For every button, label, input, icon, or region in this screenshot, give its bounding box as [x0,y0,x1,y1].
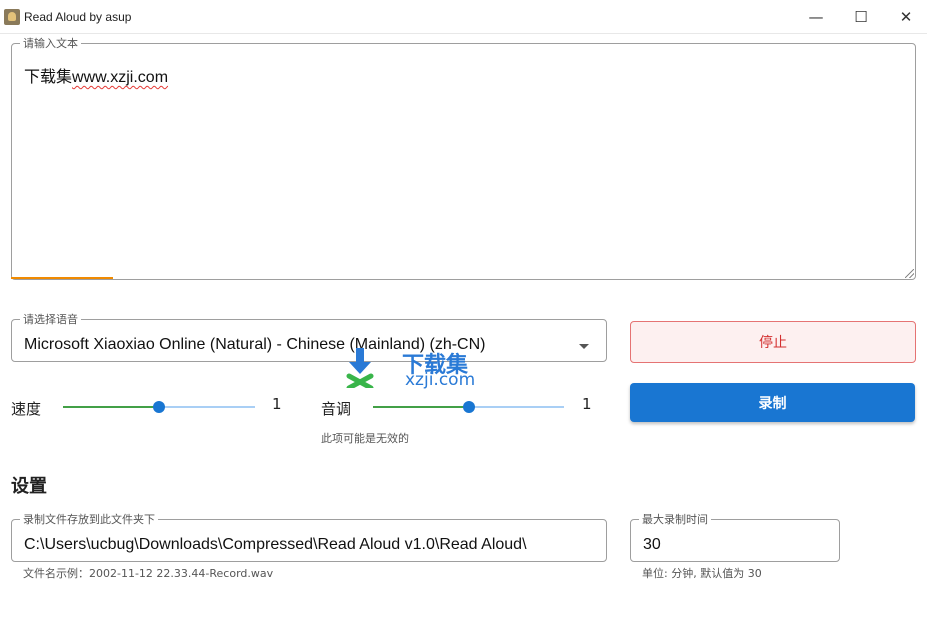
text-input-label: 请输入文本 [23,37,78,50]
app-icon [4,9,20,25]
text-input-content[interactable]: 下载集www.xzji.com [24,63,168,87]
max-time-value: 30 [643,536,661,553]
minimize-button[interactable]: — [793,0,839,33]
maximize-button[interactable]: ☐ [838,0,884,33]
pitch-slider-thumb[interactable] [462,401,475,413]
record-button[interactable]: 录制 [630,383,915,422]
max-time-field[interactable]: 最大录制时间 30 [630,514,840,562]
pitch-slider-fill [373,406,469,408]
close-button[interactable]: ✕ [883,0,927,33]
focus-indicator [11,277,113,279]
output-folder-label: 录制文件存放到此文件夹下 [23,513,155,526]
output-folder-value: C:\Users\ucbug\Downloads\Compressed\Read… [24,536,527,553]
text-input-area[interactable]: 请输入文本 下载集www.xzji.com [11,38,916,280]
output-folder-field[interactable]: 录制文件存放到此文件夹下 C:\Users\ucbug\Downloads\Co… [11,514,607,562]
pitch-hint: 此项可能是无效的 [321,432,409,445]
max-time-label: 最大录制时间 [642,513,708,526]
chevron-down-icon[interactable] [579,344,589,349]
stop-button[interactable]: 停止 [630,321,916,363]
text-input-prefix: 下载集 [24,69,73,86]
watermark: 下载集 xzji.com [345,346,485,392]
speed-value: 1 [272,395,282,413]
resize-grip[interactable] [905,269,914,278]
pitch-value: 1 [582,395,592,413]
settings-heading: 设置 [11,476,47,497]
filename-example-hint: 文件名示例：2002-11-12 22.33.44-Record.wav [23,567,274,580]
window-title: Read Aloud by asup [24,10,132,24]
pitch-slider[interactable] [373,401,564,413]
pitch-label: 音调 [321,400,352,418]
title-bar: Read Aloud by asup — ☐ ✕ [0,0,927,34]
voice-select[interactable]: 请选择语音 Microsoft Xiaoxiao Online (Natural… [11,314,607,362]
voice-select-label: 请选择语音 [23,313,78,326]
speed-slider[interactable] [63,401,255,413]
max-time-hint: 单位: 分钟, 默认值为 30 [642,567,762,580]
text-input-misspelled: www.xzji.com [72,69,169,86]
speed-slider-thumb[interactable] [153,401,165,413]
speed-slider-fill [63,406,159,408]
watermark-logo-icon [346,348,374,388]
watermark-domain: xzji.com [405,370,476,390]
speed-label: 速度 [11,400,42,418]
